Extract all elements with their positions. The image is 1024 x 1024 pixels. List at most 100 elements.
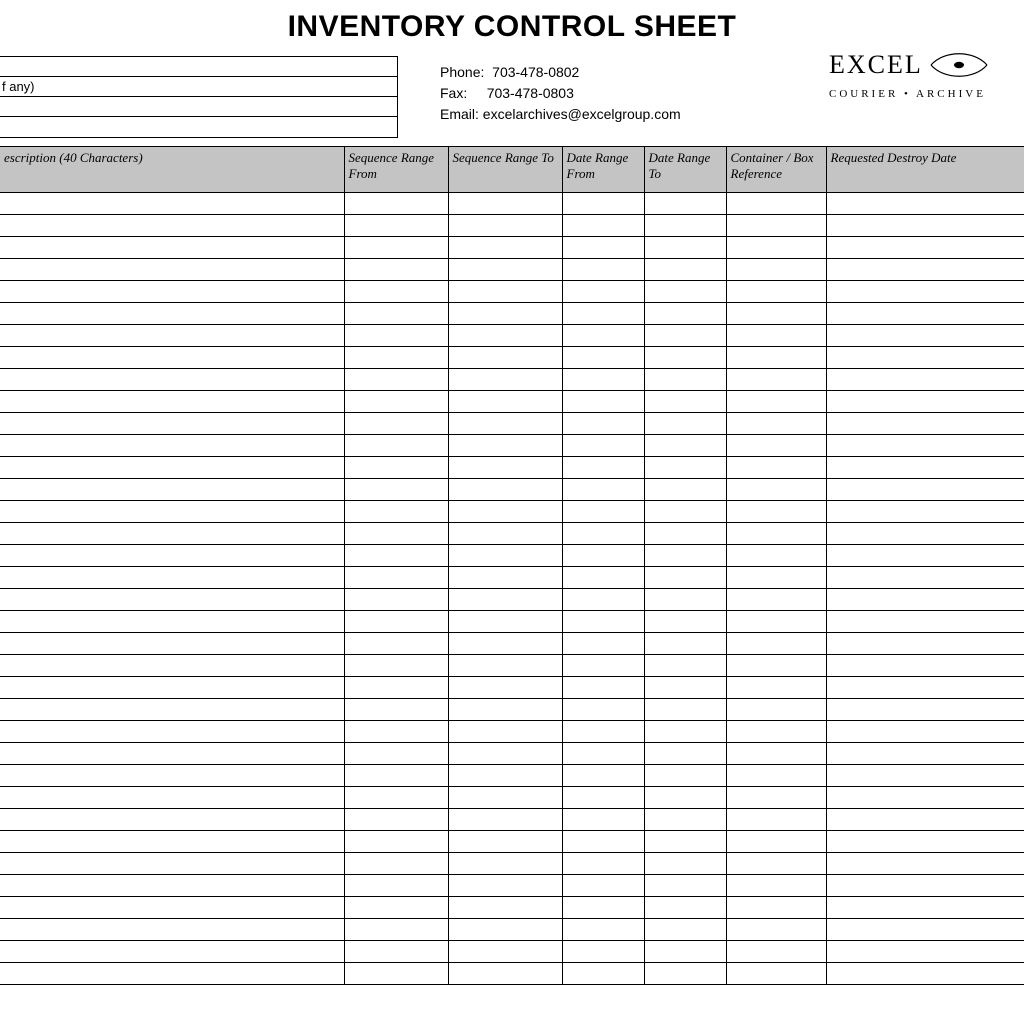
- table-cell[interactable]: [0, 655, 344, 677]
- table-cell[interactable]: [344, 919, 448, 941]
- table-cell[interactable]: [0, 721, 344, 743]
- table-cell[interactable]: [826, 787, 1024, 809]
- table-cell[interactable]: [448, 391, 562, 413]
- table-cell[interactable]: [344, 369, 448, 391]
- info-row-2[interactable]: f any): [0, 77, 397, 97]
- table-cell[interactable]: [0, 457, 344, 479]
- table-cell[interactable]: [344, 611, 448, 633]
- table-cell[interactable]: [562, 237, 644, 259]
- table-cell[interactable]: [448, 325, 562, 347]
- table-cell[interactable]: [726, 963, 826, 985]
- table-cell[interactable]: [826, 655, 1024, 677]
- table-cell[interactable]: [344, 897, 448, 919]
- table-cell[interactable]: [562, 897, 644, 919]
- table-cell[interactable]: [448, 963, 562, 985]
- table-cell[interactable]: [562, 215, 644, 237]
- table-cell[interactable]: [726, 215, 826, 237]
- table-cell[interactable]: [826, 457, 1024, 479]
- table-cell[interactable]: [562, 259, 644, 281]
- table-cell[interactable]: [826, 237, 1024, 259]
- table-cell[interactable]: [0, 391, 344, 413]
- table-cell[interactable]: [0, 545, 344, 567]
- table-cell[interactable]: [826, 875, 1024, 897]
- table-cell[interactable]: [344, 435, 448, 457]
- table-cell[interactable]: [0, 501, 344, 523]
- table-cell[interactable]: [0, 413, 344, 435]
- table-cell[interactable]: [562, 325, 644, 347]
- table-cell[interactable]: [726, 479, 826, 501]
- table-cell[interactable]: [562, 479, 644, 501]
- table-cell[interactable]: [644, 611, 726, 633]
- table-cell[interactable]: [826, 941, 1024, 963]
- table-cell[interactable]: [826, 479, 1024, 501]
- table-cell[interactable]: [644, 457, 726, 479]
- table-cell[interactable]: [344, 413, 448, 435]
- table-cell[interactable]: [0, 259, 344, 281]
- table-cell[interactable]: [562, 963, 644, 985]
- table-cell[interactable]: [448, 303, 562, 325]
- table-cell[interactable]: [344, 523, 448, 545]
- table-cell[interactable]: [344, 809, 448, 831]
- table-cell[interactable]: [726, 281, 826, 303]
- table-cell[interactable]: [644, 501, 726, 523]
- table-cell[interactable]: [826, 347, 1024, 369]
- table-cell[interactable]: [562, 809, 644, 831]
- table-cell[interactable]: [344, 545, 448, 567]
- table-cell[interactable]: [562, 413, 644, 435]
- table-cell[interactable]: [448, 215, 562, 237]
- table-cell[interactable]: [448, 479, 562, 501]
- table-cell[interactable]: [0, 325, 344, 347]
- table-cell[interactable]: [448, 765, 562, 787]
- table-cell[interactable]: [344, 655, 448, 677]
- table-cell[interactable]: [644, 765, 726, 787]
- table-cell[interactable]: [344, 193, 448, 215]
- table-cell[interactable]: [448, 237, 562, 259]
- table-cell[interactable]: [562, 699, 644, 721]
- table-cell[interactable]: [0, 787, 344, 809]
- table-cell[interactable]: [644, 941, 726, 963]
- table-cell[interactable]: [562, 501, 644, 523]
- info-row-4[interactable]: [0, 117, 397, 137]
- table-cell[interactable]: [562, 589, 644, 611]
- table-cell[interactable]: [562, 765, 644, 787]
- table-cell[interactable]: [0, 743, 344, 765]
- table-cell[interactable]: [644, 963, 726, 985]
- table-cell[interactable]: [448, 457, 562, 479]
- table-cell[interactable]: [644, 875, 726, 897]
- table-cell[interactable]: [0, 589, 344, 611]
- table-cell[interactable]: [448, 545, 562, 567]
- table-cell[interactable]: [0, 633, 344, 655]
- table-cell[interactable]: [0, 809, 344, 831]
- table-cell[interactable]: [448, 281, 562, 303]
- table-cell[interactable]: [726, 347, 826, 369]
- table-cell[interactable]: [644, 545, 726, 567]
- table-cell[interactable]: [826, 523, 1024, 545]
- table-cell[interactable]: [644, 479, 726, 501]
- table-cell[interactable]: [344, 633, 448, 655]
- table-cell[interactable]: [644, 809, 726, 831]
- table-cell[interactable]: [562, 391, 644, 413]
- table-cell[interactable]: [448, 875, 562, 897]
- table-cell[interactable]: [644, 919, 726, 941]
- table-cell[interactable]: [644, 831, 726, 853]
- table-cell[interactable]: [448, 809, 562, 831]
- table-cell[interactable]: [644, 347, 726, 369]
- table-cell[interactable]: [644, 699, 726, 721]
- table-cell[interactable]: [344, 721, 448, 743]
- table-cell[interactable]: [0, 479, 344, 501]
- info-row-3[interactable]: [0, 97, 397, 117]
- table-cell[interactable]: [0, 281, 344, 303]
- table-cell[interactable]: [0, 215, 344, 237]
- table-cell[interactable]: [0, 875, 344, 897]
- table-cell[interactable]: [448, 897, 562, 919]
- table-cell[interactable]: [644, 853, 726, 875]
- table-cell[interactable]: [344, 303, 448, 325]
- table-cell[interactable]: [562, 721, 644, 743]
- table-cell[interactable]: [344, 875, 448, 897]
- table-cell[interactable]: [644, 413, 726, 435]
- table-cell[interactable]: [644, 567, 726, 589]
- table-cell[interactable]: [448, 699, 562, 721]
- table-cell[interactable]: [562, 655, 644, 677]
- table-cell[interactable]: [826, 963, 1024, 985]
- table-cell[interactable]: [726, 721, 826, 743]
